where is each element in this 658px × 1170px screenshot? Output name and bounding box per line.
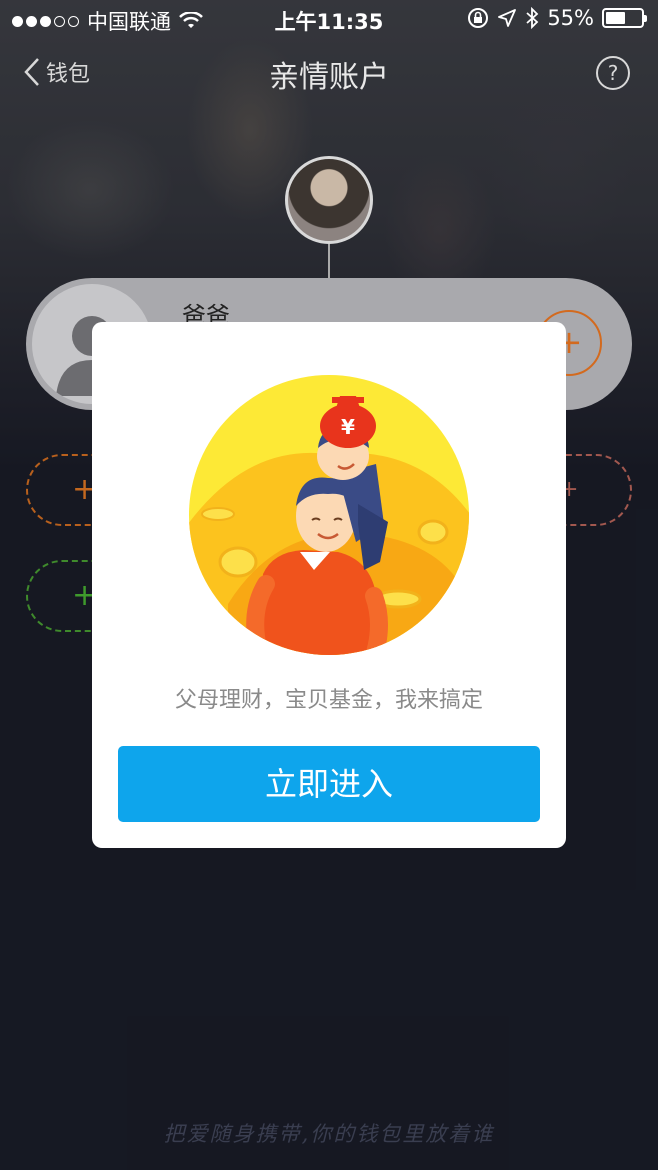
user-avatar	[285, 156, 373, 244]
battery-level	[606, 12, 625, 24]
family-finance-illustration: ¥	[189, 375, 469, 655]
page-title: 亲情账户	[269, 60, 389, 95]
footer-slogan: 把爱随身携带,你的钱包里放着谁	[163, 1122, 495, 1146]
bluetooth-icon	[526, 7, 539, 29]
status-right: 55%	[467, 6, 647, 30]
nav-bar: 钱包 亲情账户 ?	[0, 44, 658, 104]
battery-percent: 55%	[547, 6, 594, 30]
promo-text: 父母理财，宝贝基金，我来搞定	[174, 688, 483, 713]
battery-icon	[602, 8, 647, 28]
tree-connector	[328, 244, 330, 280]
currency-symbol: ¥	[341, 415, 355, 439]
help-button[interactable]: ?	[596, 56, 630, 90]
enter-now-button[interactable]: 立即进入	[118, 746, 540, 822]
location-arrow-icon	[498, 9, 517, 27]
status-bar: 中国联通 上午11:35 55%	[0, 0, 658, 36]
promo-dialog: ¥ 父母理财，宝贝基金，我来搞定 立即进入	[92, 322, 566, 848]
rotation-lock-icon	[468, 8, 489, 28]
